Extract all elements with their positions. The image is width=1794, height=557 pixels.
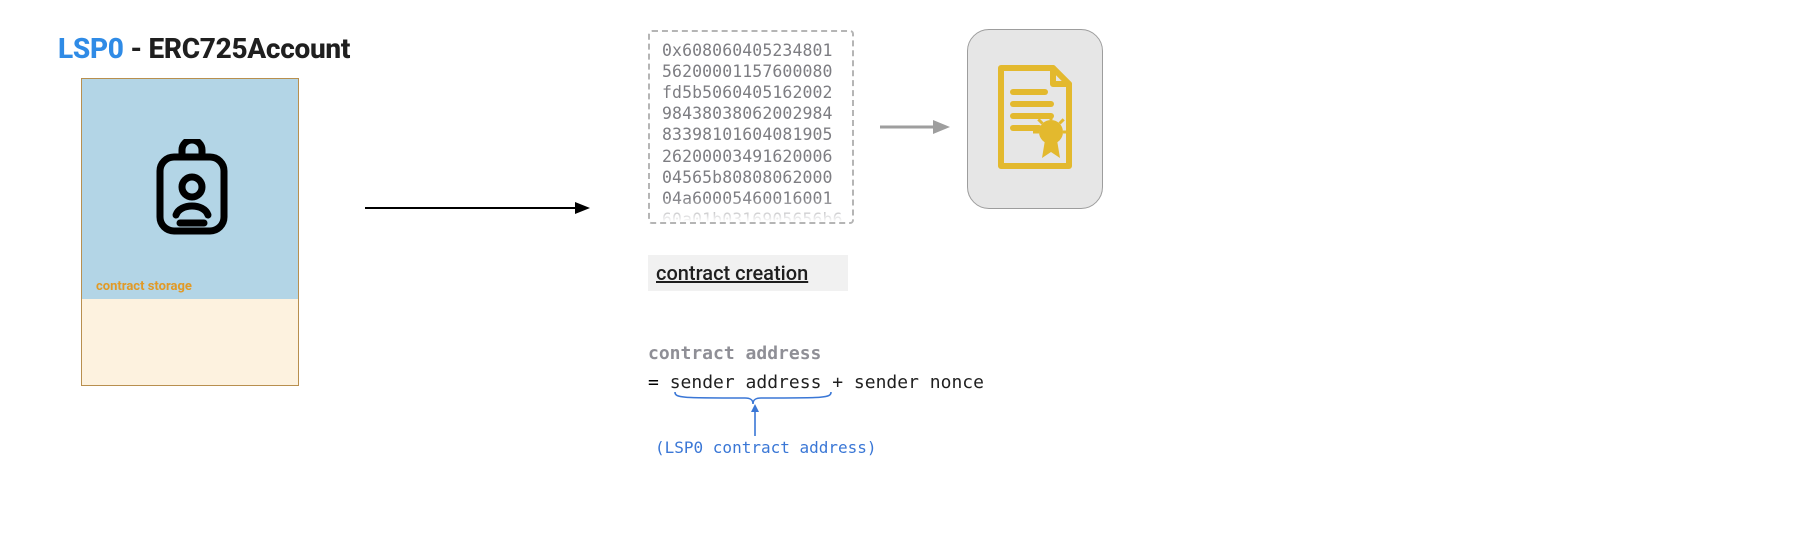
bytecode-line: 04565b80808062000 xyxy=(662,167,840,188)
formula-equals: = xyxy=(648,372,670,393)
arrow-up-small-icon xyxy=(750,404,760,440)
contract-creation-label: contract creation xyxy=(648,255,848,291)
formula-sender-nonce: sender nonce xyxy=(854,372,984,393)
bytecode-line: 98438038062002984 xyxy=(662,103,840,124)
contract-address-formula: contract address = sender address + send… xyxy=(648,340,984,398)
arrow-right-long-icon xyxy=(365,200,590,219)
title-separator: - xyxy=(124,32,149,65)
bytecode-line: 26200003491620006 xyxy=(662,146,840,167)
title-lsp0: LSP0 xyxy=(58,32,124,65)
page-title: LSP0 - ERC725Account xyxy=(58,32,350,65)
bytecode-line: fd5b5060405162002 xyxy=(662,82,840,103)
title-account: ERC725Account xyxy=(149,32,351,65)
id-badge-icon xyxy=(152,139,232,243)
arrow-right-short-icon xyxy=(880,117,950,141)
contract-address-heading: contract address xyxy=(648,340,984,369)
lsp0-lower-area xyxy=(82,299,298,385)
bytecode-line: 83398101604081905 xyxy=(662,124,840,145)
lsp0-account-box: contract storage xyxy=(81,78,299,386)
bytecode-box: 0x608060405234801 56200001157600080 fd5b… xyxy=(648,30,854,224)
certificate-icon xyxy=(991,62,1079,176)
bytecode-line: 0x608060405234801 xyxy=(662,40,840,61)
deployed-contract-card xyxy=(967,29,1103,209)
contract-storage-label: contract storage xyxy=(96,279,192,294)
bytecode-line: 56200001157600080 xyxy=(662,61,840,82)
bytecode-fade-overlay xyxy=(650,198,852,222)
lsp0-contract-address-note: (LSP0 contract address) xyxy=(655,438,877,457)
